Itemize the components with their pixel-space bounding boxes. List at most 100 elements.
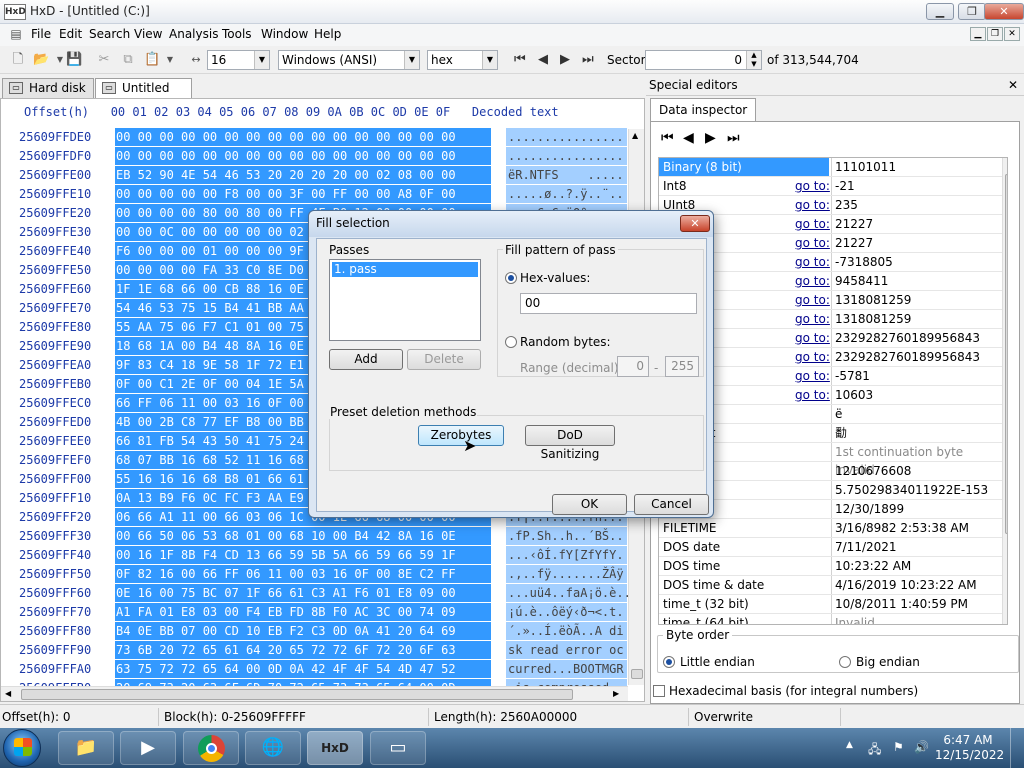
go-to-link[interactable]: go to:	[795, 329, 830, 347]
inspector-row[interactable]: DOS time 10:23:22 AM	[659, 557, 1003, 576]
hex-row[interactable]: 25609FFDE0 00 00 00 00 00 00 00 00 00 00 …	[1, 128, 641, 146]
minimize-button[interactable]: ▁	[926, 3, 954, 20]
hex-row-decoded-text[interactable]: ¡ú.è..ôëý‹ð¬<.t.	[506, 603, 627, 621]
hex-row-bytes[interactable]: 00 00 00 00 00 00 00 00 00 00 00 00 00 0…	[115, 147, 491, 165]
inspector-row-value[interactable]: 235	[831, 196, 1003, 214]
show-hidden-icons-icon[interactable]: ▲	[846, 740, 853, 750]
paste-dropdown-icon[interactable]: ▼	[162, 52, 178, 68]
menu-help[interactable]: Help	[314, 27, 341, 41]
network-icon[interactable]: 🖧	[868, 740, 881, 761]
hex-row[interactable]: 25609FFF30 00 66 50 06 53 68 01 00 68 10 …	[1, 527, 641, 545]
hex-row[interactable]: 25609FFF60 0E 16 00 75 BC 07 1F 66 61 C3 …	[1, 584, 641, 602]
inspector-row-value[interactable]: 9458411	[831, 272, 1003, 290]
show-desktop-button[interactable]	[1010, 728, 1024, 768]
copy-icon[interactable]: ⧉	[120, 52, 136, 68]
taskbar-clock[interactable]: 6:47 AM 12/15/2022	[935, 733, 1004, 763]
inspector-row-value[interactable]: 1318081259	[831, 291, 1003, 309]
tab-untitled-c[interactable]: ▭ Untitled (C:)	[95, 78, 192, 113]
chevron-down-icon[interactable]: ▼	[254, 51, 269, 69]
hex-horizontal-scrollbar[interactable]: ◀ ▶	[1, 686, 628, 701]
menu-tools[interactable]: Tools	[222, 27, 252, 41]
go-to-link[interactable]: go to:	[795, 367, 830, 385]
hex-row-decoded-text[interactable]: ...uü4..faA¡ö.è..	[506, 584, 631, 602]
open-file-icon[interactable]: 📂	[33, 52, 49, 68]
hex-row-decoded-text[interactable]: ................	[506, 147, 627, 165]
inspector-row-value[interactable]: -21	[831, 177, 1003, 195]
passes-list[interactable]: 1. pass	[329, 259, 481, 341]
hex-row-bytes[interactable]: EB 52 90 4E 54 46 53 20 20 20 20 00 02 0…	[115, 166, 491, 184]
scroll-left-icon[interactable]: ◀	[5, 689, 11, 698]
bytes-per-row-combo[interactable]: 16 ▼	[207, 50, 270, 70]
hex-row[interactable]: 25609FFFA0 63 75 72 72 65 64 00 0D 0A 42 …	[1, 660, 641, 678]
zerobytes-button[interactable]: Zerobytes	[418, 425, 504, 446]
first-sector-icon[interactable]: ⏮	[514, 52, 526, 67]
inspector-row[interactable]: time_t (32 bit) 10/8/2011 1:40:59 PM	[659, 595, 1003, 614]
add-pass-button[interactable]: Add	[329, 349, 403, 370]
next-byte-icon[interactable]: ▶	[705, 130, 716, 146]
hex-row-bytes[interactable]: A1 FA 01 E8 03 00 F4 EB FD 8B F0 AC 3C 0…	[115, 603, 491, 621]
inspector-row-value[interactable]: 1st continuation byte invalid	[831, 443, 1003, 477]
hex-values-input[interactable]: 00	[520, 293, 697, 314]
inspector-row-value[interactable]: 21227	[831, 215, 1003, 233]
sector-input[interactable]: 0 ▲ ▼	[645, 50, 762, 70]
display-mode-combo[interactable]: hex ▼	[427, 50, 498, 70]
inspector-row[interactable]: DOS date 7/11/2021	[659, 538, 1003, 557]
inspector-row-value[interactable]: 2329282760189956843	[831, 348, 1003, 366]
scrollbar-thumb[interactable]	[21, 689, 573, 700]
close-window-button[interactable]: ✕	[984, 3, 1024, 20]
hex-row-bytes[interactable]: 00 66 50 06 53 68 01 00 68 10 00 B4 42 8…	[115, 527, 491, 545]
hex-row-bytes[interactable]: B4 0E BB 07 00 CD 10 EB F2 C3 0D 0A 41 2…	[115, 622, 491, 640]
hex-row-bytes[interactable]: 63 75 72 72 65 64 00 0D 0A 42 4F 4F 54 4…	[115, 660, 491, 678]
download-manager-taskbar-icon[interactable]: 🌐	[245, 731, 301, 765]
cut-icon[interactable]: ✂	[96, 52, 112, 68]
hex-row-decoded-text[interactable]: ëR.NTFS .....	[506, 166, 627, 184]
big-endian-label[interactable]: Big endian	[856, 655, 920, 669]
maximize-button[interactable]: ❐	[958, 3, 986, 20]
go-to-link[interactable]: go to:	[795, 310, 830, 328]
go-to-link[interactable]: go to:	[795, 291, 830, 309]
inspector-row-value[interactable]: 21227	[831, 234, 1003, 252]
inspector-row[interactable]: Binary (8 bit) 11101011	[659, 158, 1003, 177]
volume-icon[interactable]: 🔊	[914, 740, 929, 754]
hex-row-bytes[interactable]: 73 6B 20 72 65 61 64 20 65 72 72 6F 72 2…	[115, 641, 491, 659]
hex-row-bytes[interactable]: 00 16 1F 8B F4 CD 13 66 59 5B 5A 66 59 6…	[115, 546, 491, 564]
menu-window[interactable]: Window	[261, 27, 308, 41]
hex-row-decoded-text[interactable]: ...‹ôÍ.fY[ZfYfY.	[506, 546, 627, 564]
hex-row-decoded-text[interactable]: .....ø..?.ÿ..¨..	[506, 185, 627, 203]
hxd-app-icon[interactable]: HxD	[4, 4, 26, 20]
inspector-row[interactable]: time_t (64 bit) Invalid	[659, 614, 1003, 624]
media-player-taskbar-icon[interactable]: ▶	[120, 731, 176, 765]
window-title-bar[interactable]: HxD HxD - [Untitled (C:)] ▁ ❐ ✕	[0, 0, 1024, 24]
inspector-row-value[interactable]: Invalid	[831, 614, 1003, 624]
go-to-link[interactable]: go to:	[795, 386, 830, 404]
scroll-down-icon[interactable]: ▼	[1007, 612, 1008, 621]
inspector-row[interactable]: DOS time & date 4/16/2019 10:23:22 AM	[659, 576, 1003, 595]
big-endian-radio[interactable]	[839, 656, 851, 668]
hex-row[interactable]: 25609FFF80 B4 0E BB 07 00 CD 10 EB F2 C3 …	[1, 622, 641, 640]
cancel-button[interactable]: Cancel	[634, 494, 709, 515]
inspector-row-value[interactable]: 12/30/1899	[831, 500, 1003, 518]
charset-combo[interactable]: Windows (ANSI) ▼	[278, 50, 420, 70]
menu-search[interactable]: Search	[89, 27, 130, 41]
flag-icon[interactable]: ⚑	[893, 740, 904, 754]
start-button[interactable]	[3, 729, 41, 767]
hex-values-radio[interactable]	[505, 272, 517, 284]
chrome-taskbar-icon[interactable]	[183, 731, 239, 765]
scrollbar-thumb[interactable]	[631, 669, 643, 679]
previous-sector-icon[interactable]: ◀	[538, 52, 548, 67]
inspector-row-value[interactable]: 2329282760189956843	[831, 329, 1003, 347]
hex-row-decoded-text[interactable]: ´.»..Í.ëòÃ..A di	[506, 622, 627, 640]
scroll-up-icon[interactable]: ▲	[1007, 160, 1008, 169]
paste-icon[interactable]: 📋	[144, 52, 160, 68]
tab-data-inspector[interactable]: Data inspector	[650, 98, 757, 122]
mdi-restore-button[interactable]: ❐	[987, 27, 1003, 41]
dod-sanitizing-button[interactable]: DoD Sanitizing	[525, 425, 615, 461]
chevron-down-icon[interactable]: ▼	[482, 51, 497, 69]
menu-analysis[interactable]: Analysis	[169, 27, 218, 41]
hex-values-label[interactable]: Hex-values:	[520, 271, 590, 285]
new-file-icon[interactable]: 🗋	[10, 52, 26, 68]
last-sector-icon[interactable]: ⏭	[582, 52, 594, 67]
little-endian-label[interactable]: Little endian	[680, 655, 755, 669]
go-to-link[interactable]: go to:	[795, 234, 830, 252]
dialog-close-button[interactable]: ✕	[680, 215, 710, 232]
